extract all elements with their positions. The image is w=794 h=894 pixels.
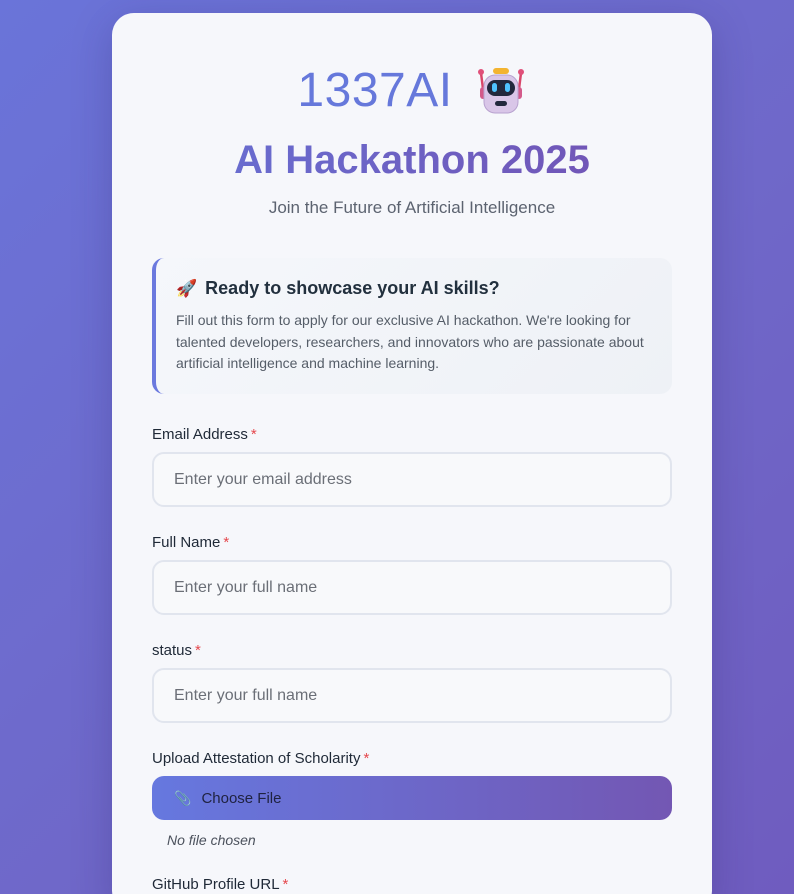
paperclip-icon: 📎 bbox=[174, 789, 192, 806]
required-marker: * bbox=[363, 750, 370, 767]
status-label-text: status bbox=[152, 642, 193, 659]
logo: 1337AI bbox=[112, 63, 712, 118]
full-name-label-text: Full Name bbox=[152, 534, 221, 551]
attestation-label: Upload Attestation of Scholarity * bbox=[152, 750, 369, 767]
file-status: No file chosen bbox=[167, 832, 256, 848]
full-name-field[interactable] bbox=[152, 560, 672, 615]
github-label: GitHub Profile URL * bbox=[152, 876, 288, 893]
required-marker: * bbox=[250, 426, 257, 443]
rocket-icon: 🚀 bbox=[176, 278, 198, 298]
required-marker: * bbox=[195, 642, 201, 659]
info-callout: 🚀 Ready to showcase your AI skills? Fill… bbox=[152, 258, 672, 394]
full-name-label: Full Name * bbox=[152, 534, 229, 551]
robot-icon bbox=[477, 67, 524, 113]
page-title: AI Hackathon 2025 bbox=[112, 138, 712, 183]
application-card: 1337AI AI Hackathon 2025 Join the Future… bbox=[112, 13, 712, 894]
email-field[interactable] bbox=[152, 452, 672, 507]
status-field[interactable] bbox=[152, 668, 672, 723]
attestation-label-text: Upload Attestation of Scholarity bbox=[152, 750, 361, 767]
page-subtitle: Join the Future of Artificial Intelligen… bbox=[268, 198, 556, 217]
email-label: Email Address * bbox=[152, 426, 257, 443]
required-marker: * bbox=[223, 534, 230, 551]
required-marker: * bbox=[282, 876, 289, 893]
choose-file-button[interactable]: 📎 Choose File bbox=[152, 776, 672, 820]
info-body: Fill out this form to apply for our excl… bbox=[176, 312, 644, 371]
status-label: status * bbox=[152, 642, 201, 659]
logo-text: 1337AI bbox=[297, 64, 453, 117]
github-label-text: GitHub Profile URL bbox=[152, 876, 280, 893]
email-label-text: Email Address bbox=[152, 426, 248, 443]
info-heading: Ready to showcase your AI skills? bbox=[205, 278, 500, 298]
choose-file-label: Choose File bbox=[201, 789, 282, 807]
